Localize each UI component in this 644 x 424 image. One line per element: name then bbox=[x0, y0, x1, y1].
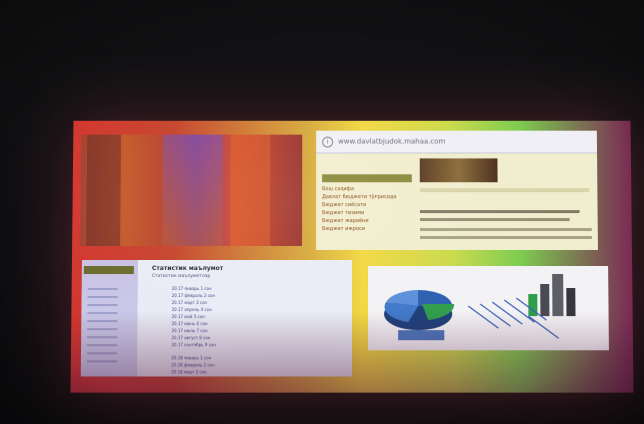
sidebar-item[interactable] bbox=[87, 336, 118, 339]
bar-3d bbox=[551, 273, 563, 316]
menu-item[interactable]: Бюджет тизими bbox=[322, 209, 414, 217]
stats-row[interactable]: 20.17 сентябрь 9 сон bbox=[171, 342, 216, 347]
menu-header bbox=[322, 174, 412, 183]
pie-slice bbox=[417, 289, 452, 306]
stats-title: Статистик маълумот bbox=[151, 264, 224, 273]
address-bar[interactable]: i www.davlatbjudok.mahaa.com bbox=[316, 130, 598, 154]
menu-item[interactable]: Бюджет ижроси bbox=[322, 225, 414, 233]
menu-item[interactable]: Бюджет жараёни bbox=[322, 217, 414, 225]
stats-row[interactable]: 20.17 июнь 6 сон bbox=[172, 321, 208, 326]
sidebar-item[interactable] bbox=[86, 352, 118, 355]
banner-stripe bbox=[162, 134, 223, 247]
sidebar-item[interactable] bbox=[87, 288, 118, 291]
stats-row[interactable]: 20.17 август 8 сон bbox=[171, 335, 210, 340]
sidebar-item[interactable] bbox=[87, 328, 118, 331]
bar-chart-graphic bbox=[528, 273, 576, 317]
card-graphic bbox=[398, 330, 445, 341]
projected-screen: i www.davlatbjudok.mahaa.com Бош саҳифа … bbox=[70, 120, 634, 393]
news-line bbox=[419, 218, 570, 222]
news-line bbox=[419, 228, 592, 232]
bar-3d bbox=[540, 284, 550, 317]
chart-illustration bbox=[383, 273, 576, 350]
pie-chart-graphic bbox=[383, 289, 455, 331]
stats-row[interactable]: 20.18 февраль 2 сон bbox=[171, 362, 214, 367]
stats-row[interactable]: 20.17 май 5 сон bbox=[172, 314, 205, 319]
info-icon: i bbox=[322, 136, 334, 148]
banner-stripe bbox=[230, 134, 271, 247]
stats-row[interactable]: 20.17 февраль 2 сон bbox=[172, 293, 215, 298]
sidebar-item[interactable] bbox=[87, 312, 118, 315]
stats-row[interactable]: 20.17 июль 7 сон bbox=[171, 328, 207, 333]
news-line bbox=[419, 236, 592, 240]
sidebar-item[interactable] bbox=[87, 304, 118, 307]
banner-stripe bbox=[86, 134, 122, 247]
browser-window: i www.davlatbjudok.mahaa.com Бош саҳифа … bbox=[316, 130, 598, 251]
stats-row[interactable]: 20.17 март 3 сон bbox=[172, 300, 208, 305]
stats-row[interactable]: 20.18 январь 1 сон bbox=[171, 355, 211, 360]
sidebar-item[interactable] bbox=[86, 360, 118, 363]
sidebar-item[interactable] bbox=[87, 344, 118, 347]
stats-row[interactable]: 20.17 январь 1 сон bbox=[172, 286, 212, 291]
menu-item[interactable]: Давлат бюджети тўғрисида bbox=[322, 193, 414, 201]
chart-illustration-panel bbox=[368, 265, 609, 351]
menu-item[interactable]: Бош саҳифа bbox=[322, 185, 414, 193]
sidebar-active-item[interactable] bbox=[83, 265, 134, 275]
stats-row[interactable]: 20.18 март 3 сон bbox=[171, 369, 207, 374]
news-line bbox=[419, 210, 580, 214]
url-text: www.davlatbjudok.mahaa.com bbox=[338, 137, 446, 146]
banner-panel bbox=[80, 134, 303, 247]
menu-item[interactable]: Бюджет сиёсати bbox=[322, 201, 414, 209]
bar-3d bbox=[566, 288, 576, 317]
sidebar-item[interactable] bbox=[87, 320, 118, 323]
sidebar-item[interactable] bbox=[87, 296, 118, 299]
stats-sidebar bbox=[80, 259, 138, 377]
site-menu: Бош саҳифа Давлат бюджети тўғрисида Бюдж… bbox=[322, 174, 414, 233]
news-line bbox=[419, 188, 590, 193]
statistics-panel: Статистик маълумот Статистик маълумотлар… bbox=[80, 259, 353, 377]
stats-subtitle: Статистик маълумотлар bbox=[151, 274, 211, 280]
news-image bbox=[419, 158, 498, 183]
stats-row[interactable]: 20.17 апрель 4 сон bbox=[172, 307, 212, 312]
